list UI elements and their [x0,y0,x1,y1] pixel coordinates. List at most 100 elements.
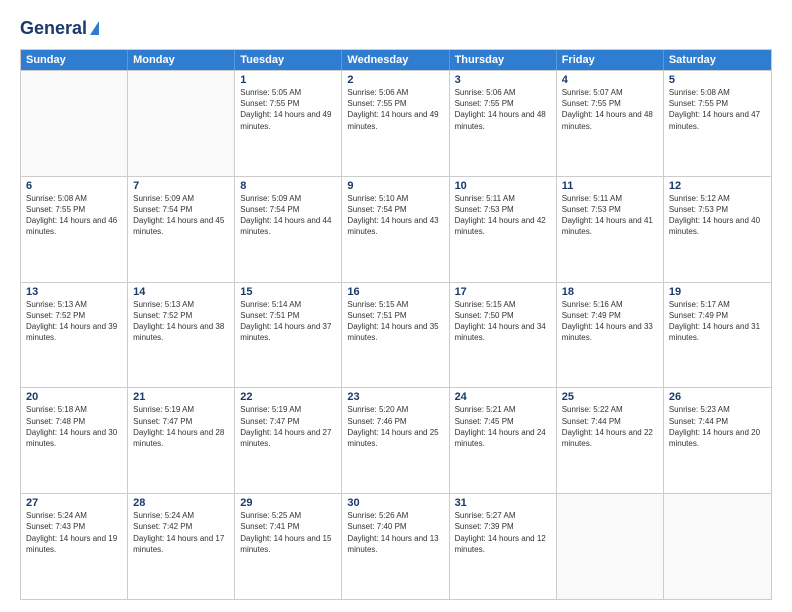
day-number: 13 [26,286,122,298]
cell-info: Sunrise: 5:19 AM Sunset: 7:47 PM Dayligh… [240,404,336,449]
cell-info: Sunrise: 5:25 AM Sunset: 7:41 PM Dayligh… [240,510,336,555]
cell-info: Sunrise: 5:10 AM Sunset: 7:54 PM Dayligh… [347,193,443,238]
cell-info: Sunrise: 5:21 AM Sunset: 7:45 PM Dayligh… [455,404,551,449]
day-cell-29: 29Sunrise: 5:25 AM Sunset: 7:41 PM Dayli… [235,494,342,599]
empty-cell [128,71,235,176]
day-cell-22: 22Sunrise: 5:19 AM Sunset: 7:47 PM Dayli… [235,388,342,493]
cell-info: Sunrise: 5:09 AM Sunset: 7:54 PM Dayligh… [240,193,336,238]
day-cell-2: 2Sunrise: 5:06 AM Sunset: 7:55 PM Daylig… [342,71,449,176]
empty-cell [557,494,664,599]
day-cell-24: 24Sunrise: 5:21 AM Sunset: 7:45 PM Dayli… [450,388,557,493]
day-cell-8: 8Sunrise: 5:09 AM Sunset: 7:54 PM Daylig… [235,177,342,282]
calendar-row-4: 27Sunrise: 5:24 AM Sunset: 7:43 PM Dayli… [21,493,771,599]
day-number: 15 [240,286,336,298]
calendar: SundayMondayTuesdayWednesdayThursdayFrid… [20,49,772,600]
day-cell-27: 27Sunrise: 5:24 AM Sunset: 7:43 PM Dayli… [21,494,128,599]
day-number: 20 [26,391,122,403]
day-cell-3: 3Sunrise: 5:06 AM Sunset: 7:55 PM Daylig… [450,71,557,176]
day-number: 26 [669,391,766,403]
day-cell-13: 13Sunrise: 5:13 AM Sunset: 7:52 PM Dayli… [21,283,128,388]
day-cell-7: 7Sunrise: 5:09 AM Sunset: 7:54 PM Daylig… [128,177,235,282]
day-cell-10: 10Sunrise: 5:11 AM Sunset: 7:53 PM Dayli… [450,177,557,282]
day-number: 10 [455,180,551,192]
cell-info: Sunrise: 5:17 AM Sunset: 7:49 PM Dayligh… [669,299,766,344]
day-number: 18 [562,286,658,298]
weekday-header-sunday: Sunday [21,50,128,70]
cell-info: Sunrise: 5:11 AM Sunset: 7:53 PM Dayligh… [562,193,658,238]
day-number: 27 [26,497,122,509]
cell-info: Sunrise: 5:08 AM Sunset: 7:55 PM Dayligh… [26,193,122,238]
cell-info: Sunrise: 5:14 AM Sunset: 7:51 PM Dayligh… [240,299,336,344]
day-number: 6 [26,180,122,192]
day-cell-4: 4Sunrise: 5:07 AM Sunset: 7:55 PM Daylig… [557,71,664,176]
logo-general: General [20,18,87,39]
cell-info: Sunrise: 5:11 AM Sunset: 7:53 PM Dayligh… [455,193,551,238]
cell-info: Sunrise: 5:12 AM Sunset: 7:53 PM Dayligh… [669,193,766,238]
day-cell-23: 23Sunrise: 5:20 AM Sunset: 7:46 PM Dayli… [342,388,449,493]
cell-info: Sunrise: 5:15 AM Sunset: 7:51 PM Dayligh… [347,299,443,344]
cell-info: Sunrise: 5:06 AM Sunset: 7:55 PM Dayligh… [347,87,443,132]
day-cell-21: 21Sunrise: 5:19 AM Sunset: 7:47 PM Dayli… [128,388,235,493]
day-number: 4 [562,74,658,86]
weekday-header-wednesday: Wednesday [342,50,449,70]
calendar-row-0: 1Sunrise: 5:05 AM Sunset: 7:55 PM Daylig… [21,70,771,176]
day-number: 3 [455,74,551,86]
day-cell-14: 14Sunrise: 5:13 AM Sunset: 7:52 PM Dayli… [128,283,235,388]
cell-info: Sunrise: 5:07 AM Sunset: 7:55 PM Dayligh… [562,87,658,132]
day-number: 22 [240,391,336,403]
calendar-row-2: 13Sunrise: 5:13 AM Sunset: 7:52 PM Dayli… [21,282,771,388]
cell-info: Sunrise: 5:24 AM Sunset: 7:43 PM Dayligh… [26,510,122,555]
calendar-header: SundayMondayTuesdayWednesdayThursdayFrid… [21,50,771,70]
weekday-header-tuesday: Tuesday [235,50,342,70]
day-number: 16 [347,286,443,298]
calendar-body: 1Sunrise: 5:05 AM Sunset: 7:55 PM Daylig… [21,70,771,599]
cell-info: Sunrise: 5:13 AM Sunset: 7:52 PM Dayligh… [133,299,229,344]
day-cell-11: 11Sunrise: 5:11 AM Sunset: 7:53 PM Dayli… [557,177,664,282]
day-cell-20: 20Sunrise: 5:18 AM Sunset: 7:48 PM Dayli… [21,388,128,493]
day-cell-12: 12Sunrise: 5:12 AM Sunset: 7:53 PM Dayli… [664,177,771,282]
day-number: 5 [669,74,766,86]
cell-info: Sunrise: 5:24 AM Sunset: 7:42 PM Dayligh… [133,510,229,555]
cell-info: Sunrise: 5:05 AM Sunset: 7:55 PM Dayligh… [240,87,336,132]
logo: General [20,18,99,39]
day-number: 17 [455,286,551,298]
day-cell-1: 1Sunrise: 5:05 AM Sunset: 7:55 PM Daylig… [235,71,342,176]
day-number: 12 [669,180,766,192]
day-cell-15: 15Sunrise: 5:14 AM Sunset: 7:51 PM Dayli… [235,283,342,388]
day-cell-26: 26Sunrise: 5:23 AM Sunset: 7:44 PM Dayli… [664,388,771,493]
day-cell-30: 30Sunrise: 5:26 AM Sunset: 7:40 PM Dayli… [342,494,449,599]
page: General SundayMondayTuesdayWednesdayThur… [0,0,792,612]
day-cell-6: 6Sunrise: 5:08 AM Sunset: 7:55 PM Daylig… [21,177,128,282]
day-number: 11 [562,180,658,192]
day-number: 9 [347,180,443,192]
day-number: 28 [133,497,229,509]
day-number: 19 [669,286,766,298]
day-number: 31 [455,497,551,509]
day-cell-28: 28Sunrise: 5:24 AM Sunset: 7:42 PM Dayli… [128,494,235,599]
day-cell-25: 25Sunrise: 5:22 AM Sunset: 7:44 PM Dayli… [557,388,664,493]
cell-info: Sunrise: 5:26 AM Sunset: 7:40 PM Dayligh… [347,510,443,555]
weekday-header-saturday: Saturday [664,50,771,70]
day-number: 7 [133,180,229,192]
day-number: 30 [347,497,443,509]
day-number: 8 [240,180,336,192]
day-cell-5: 5Sunrise: 5:08 AM Sunset: 7:55 PM Daylig… [664,71,771,176]
day-number: 24 [455,391,551,403]
weekday-header-thursday: Thursday [450,50,557,70]
calendar-row-3: 20Sunrise: 5:18 AM Sunset: 7:48 PM Dayli… [21,387,771,493]
day-cell-31: 31Sunrise: 5:27 AM Sunset: 7:39 PM Dayli… [450,494,557,599]
header: General [20,18,772,39]
day-number: 25 [562,391,658,403]
empty-cell [21,71,128,176]
cell-info: Sunrise: 5:18 AM Sunset: 7:48 PM Dayligh… [26,404,122,449]
cell-info: Sunrise: 5:09 AM Sunset: 7:54 PM Dayligh… [133,193,229,238]
cell-info: Sunrise: 5:13 AM Sunset: 7:52 PM Dayligh… [26,299,122,344]
day-number: 21 [133,391,229,403]
cell-info: Sunrise: 5:23 AM Sunset: 7:44 PM Dayligh… [669,404,766,449]
empty-cell [664,494,771,599]
calendar-row-1: 6Sunrise: 5:08 AM Sunset: 7:55 PM Daylig… [21,176,771,282]
cell-info: Sunrise: 5:20 AM Sunset: 7:46 PM Dayligh… [347,404,443,449]
logo-line1: General [20,18,99,39]
cell-info: Sunrise: 5:19 AM Sunset: 7:47 PM Dayligh… [133,404,229,449]
cell-info: Sunrise: 5:15 AM Sunset: 7:50 PM Dayligh… [455,299,551,344]
